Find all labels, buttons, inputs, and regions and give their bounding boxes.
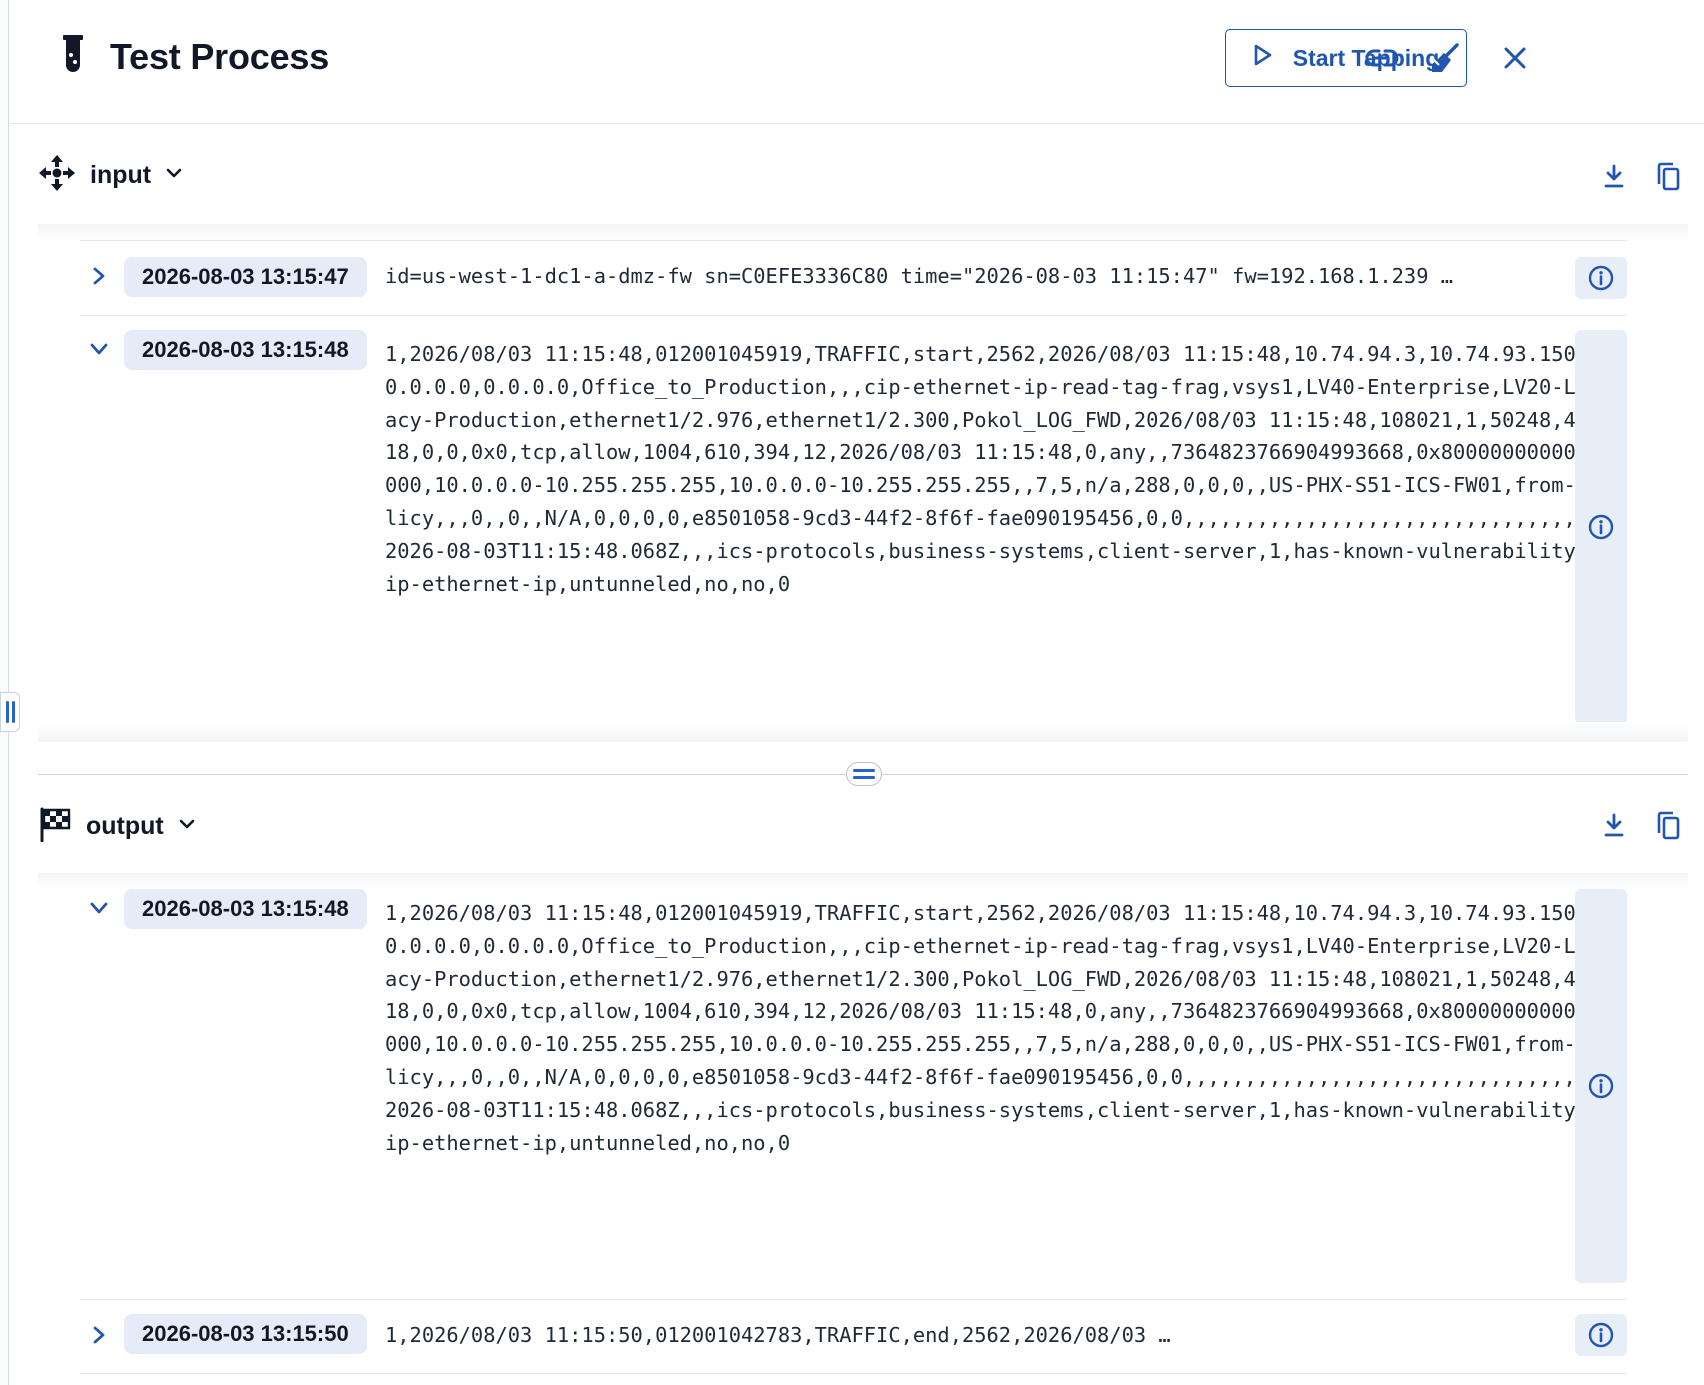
chevron-right-icon[interactable] <box>85 262 113 290</box>
input-list-shadow <box>38 224 1688 240</box>
input-section-header[interactable]: input <box>38 145 183 205</box>
close-icon[interactable] <box>1495 38 1535 78</box>
broom-icon[interactable] <box>1424 38 1464 78</box>
event-timestamp: 2026-08-03 13:15:48 <box>124 889 367 929</box>
input-section-title: input <box>90 160 152 189</box>
output-section-title: output <box>86 811 164 840</box>
info-icon[interactable] <box>1575 1314 1627 1356</box>
input-event-row[interactable]: 2026-08-03 13:15:48 1,2026/08/03 11:15:4… <box>80 315 1627 725</box>
event-timestamp: 2026-08-03 13:15:47 <box>124 257 367 297</box>
info-icon[interactable] <box>1575 257 1627 299</box>
copy-icon[interactable] <box>1652 161 1684 193</box>
page-title: Test Process <box>110 35 330 77</box>
info-icon[interactable] <box>1575 330 1627 724</box>
link-icon[interactable] <box>1362 38 1402 78</box>
download-icon[interactable] <box>1598 810 1630 842</box>
nodes-arrows-icon <box>38 154 76 197</box>
event-message: 1,2026/08/03 11:15:50,012001042783,TRAFF… <box>385 1323 1171 1347</box>
checkered-flag-icon <box>38 806 72 847</box>
chevron-down-icon[interactable] <box>165 166 183 184</box>
info-icon[interactable] <box>1575 889 1627 1283</box>
event-message: 1,2026/08/03 11:15:48,012001045919,TRAFF… <box>385 901 1601 1155</box>
output-section-actions <box>1598 796 1684 856</box>
output-section-header[interactable]: output <box>38 796 196 856</box>
panel-header: Test Process Start Tapping <box>10 0 1704 124</box>
event-timestamp: 2026-08-03 13:15:48 <box>124 330 367 370</box>
event-timestamp: 2026-08-03 13:15:50 <box>124 1314 367 1354</box>
splitter-handle[interactable] <box>846 762 882 786</box>
event-message: 1,2026/08/03 11:15:48,012001045919,TRAFF… <box>385 342 1601 596</box>
input-list-bottom-shadow <box>38 722 1688 742</box>
chevron-down-icon[interactable] <box>85 335 113 363</box>
event-message: id=us-west-1-dc1-a-dmz-fw sn=C0EFE3336C8… <box>385 264 1454 288</box>
output-event-row[interactable]: 2026-08-03 13:15:50 1,2026/08/03 11:15:5… <box>80 1299 1627 1373</box>
input-event-row[interactable]: 2026-08-03 13:15:47 id=us-west-1-dc1-a-d… <box>80 240 1627 315</box>
copy-icon[interactable] <box>1652 810 1684 842</box>
input-section-actions <box>1598 147 1684 207</box>
chevron-right-icon[interactable] <box>85 1321 113 1349</box>
output-event-row[interactable]: 2026-08-03 13:15:48 1,2026/08/03 11:15:4… <box>80 875 1627 1300</box>
download-icon[interactable] <box>1598 161 1630 193</box>
chevron-down-icon[interactable] <box>178 817 196 835</box>
play-icon <box>1253 44 1273 72</box>
chevron-down-icon[interactable] <box>85 894 113 922</box>
list-divider <box>80 1373 1627 1374</box>
test-process-panel: Test Process Start Tapping input 2026-08… <box>0 0 1704 1385</box>
left-resize-handle[interactable] <box>0 692 20 732</box>
test-tube-icon <box>60 34 86 79</box>
